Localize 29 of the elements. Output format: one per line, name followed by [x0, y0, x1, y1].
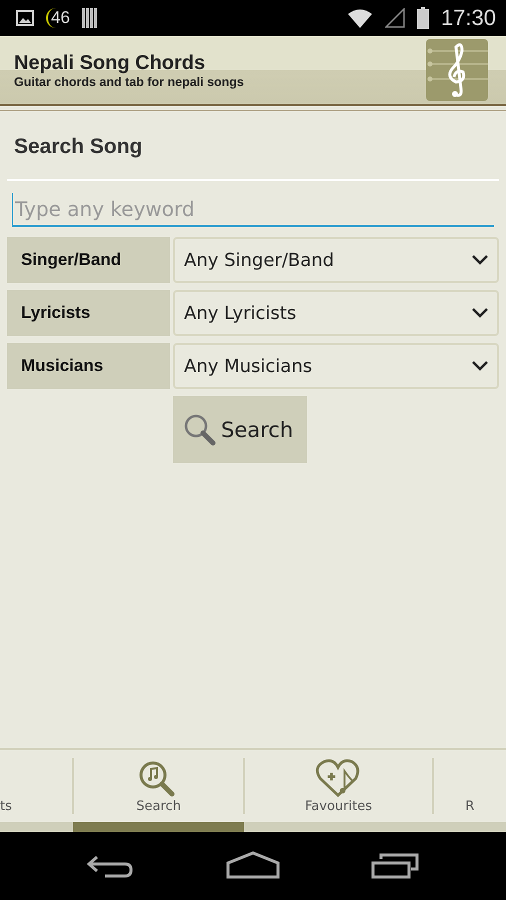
- filter-label: Singer/Band: [7, 237, 170, 283]
- nav-tab[interactable]: ts: [0, 758, 74, 814]
- recent-apps-icon[interactable]: [370, 851, 421, 881]
- network-label: 46: [46, 8, 70, 28]
- chevron-down-icon: [471, 360, 489, 372]
- app-subtitle: Guitar chords and tab for nepali songs: [14, 74, 245, 88]
- search-button[interactable]: Search: [173, 396, 307, 463]
- app-title: Nepali Song Chords: [14, 52, 206, 74]
- section-heading: Search Song: [14, 135, 144, 159]
- filter-dropdown[interactable]: Any Lyricists: [173, 290, 499, 336]
- search-icon: [183, 412, 217, 446]
- signal-icon: [384, 8, 405, 28]
- filter-label: Lyricists: [7, 290, 170, 336]
- home-icon[interactable]: [226, 851, 280, 881]
- nav-tab[interactable]: Search: [74, 758, 246, 814]
- filter-label: Musicians: [7, 343, 170, 389]
- wifi-icon: [346, 8, 373, 28]
- chevron-down-icon: [471, 307, 489, 319]
- clock: 17:30: [440, 5, 496, 31]
- barcode-icon: [82, 8, 98, 28]
- image-icon: [16, 10, 34, 26]
- treble-clef-icon: [426, 39, 488, 101]
- keyword-field[interactable]: Type any keyword: [12, 193, 494, 227]
- battery-icon: [416, 7, 429, 29]
- filter-dropdown[interactable]: Any Singer/Band: [173, 237, 499, 283]
- nav-tab[interactable]: R: [434, 758, 506, 814]
- nav-tab[interactable]: Favourites: [245, 758, 434, 814]
- filter-dropdown[interactable]: Any Musicians: [173, 343, 499, 389]
- chevron-down-icon: [471, 254, 489, 266]
